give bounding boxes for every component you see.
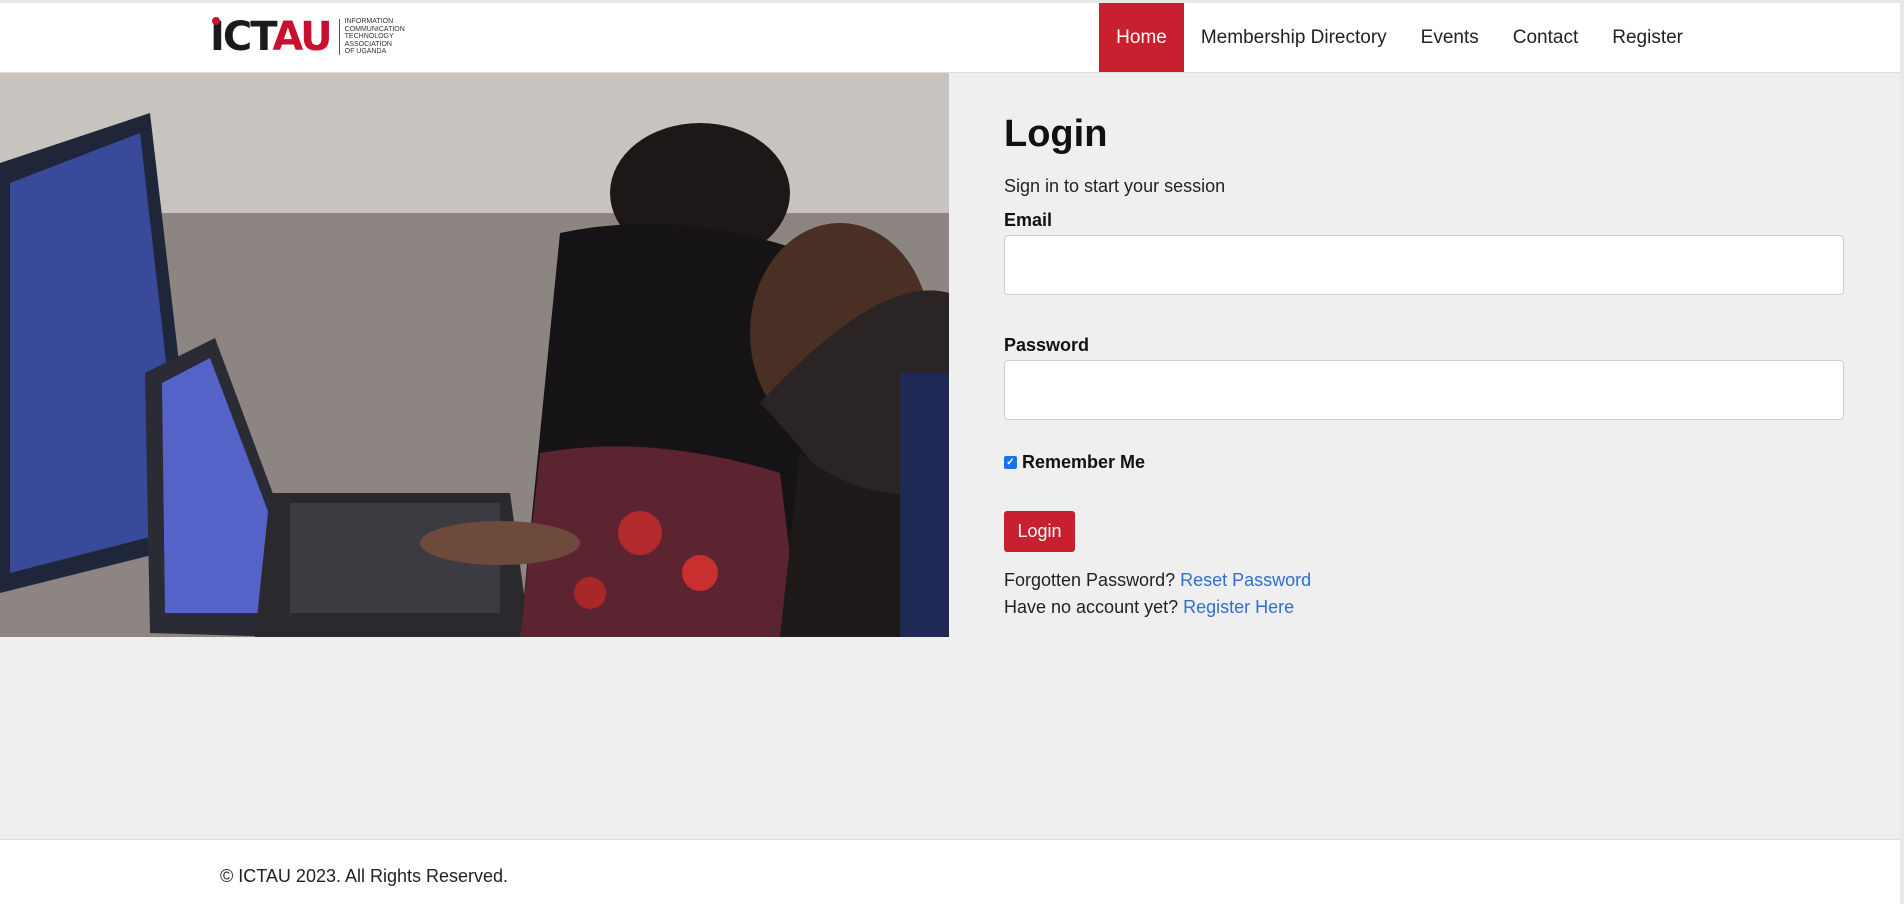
logo-text: INFORMATION COMMUNICATION TECHNOLOGY ASS… bbox=[345, 18, 405, 56]
nav-item-register[interactable]: Register bbox=[1595, 3, 1700, 72]
logo-text-line: TECHNOLOGY bbox=[344, 33, 394, 41]
main-content: Login Sign in to start your session Emai… bbox=[0, 73, 1904, 839]
nav-item-events[interactable]: Events bbox=[1404, 3, 1496, 72]
register-here-link[interactable]: Register Here bbox=[1183, 597, 1294, 617]
reset-password-link[interactable]: Reset Password bbox=[1180, 570, 1311, 590]
footer: © ICTAU 2023. All Rights Reserved. bbox=[0, 839, 1904, 905]
hero-photo bbox=[0, 73, 949, 637]
logo-text-line: INFORMATION bbox=[344, 18, 394, 26]
login-button[interactable]: Login bbox=[1004, 511, 1075, 552]
no-account-line: Have no account yet? Register Here bbox=[1004, 597, 1294, 618]
remember-me[interactable]: ✓ Remember Me bbox=[1004, 452, 1145, 473]
logo-text-line: OF UGANDA bbox=[344, 48, 387, 56]
logo-mark: ICTAU bbox=[210, 14, 333, 60]
hero-photo-illustration bbox=[0, 73, 949, 637]
email-label: Email bbox=[1004, 210, 1053, 230]
no-account-text: Have no account yet? bbox=[1004, 597, 1179, 617]
logo-dot-icon bbox=[212, 17, 220, 25]
email-field[interactable] bbox=[1004, 235, 1844, 295]
footer-copyright: © ICTAU 2023. All Rights Reserved. bbox=[220, 866, 509, 886]
forgot-password-line: Forgotten Password? Reset Password bbox=[1004, 570, 1311, 591]
forgot-password-text: Forgotten Password? bbox=[1004, 570, 1176, 590]
logo-mark-accent: AU bbox=[272, 14, 332, 60]
login-subtitle: Sign in to start your session bbox=[1004, 176, 1226, 196]
remember-me-label: Remember Me bbox=[1022, 452, 1146, 472]
page-scrollbar[interactable] bbox=[1900, 0, 1904, 904]
nav-item-membership-directory[interactable]: Membership Directory bbox=[1184, 3, 1404, 72]
main-nav: Home Membership Directory Events Contact… bbox=[1099, 3, 1700, 72]
login-title: Login bbox=[1004, 113, 1108, 155]
logo-text-line: COMMUNICATION bbox=[344, 25, 405, 33]
password-field[interactable] bbox=[1004, 360, 1844, 420]
site-logo[interactable]: ICTAU INFORMATION COMMUNICATION TECHNOLO… bbox=[210, 13, 405, 61]
logo-divider bbox=[338, 19, 340, 55]
password-label: Password bbox=[1004, 335, 1090, 355]
nav-item-contact[interactable]: Contact bbox=[1496, 3, 1595, 72]
remember-me-checkbox[interactable]: ✓ bbox=[1004, 456, 1017, 469]
logo-text-line: ASSOCIATION bbox=[344, 40, 392, 48]
nav-item-home[interactable]: Home bbox=[1099, 3, 1184, 72]
navbar: ICTAU INFORMATION COMMUNICATION TECHNOLO… bbox=[0, 3, 1904, 73]
